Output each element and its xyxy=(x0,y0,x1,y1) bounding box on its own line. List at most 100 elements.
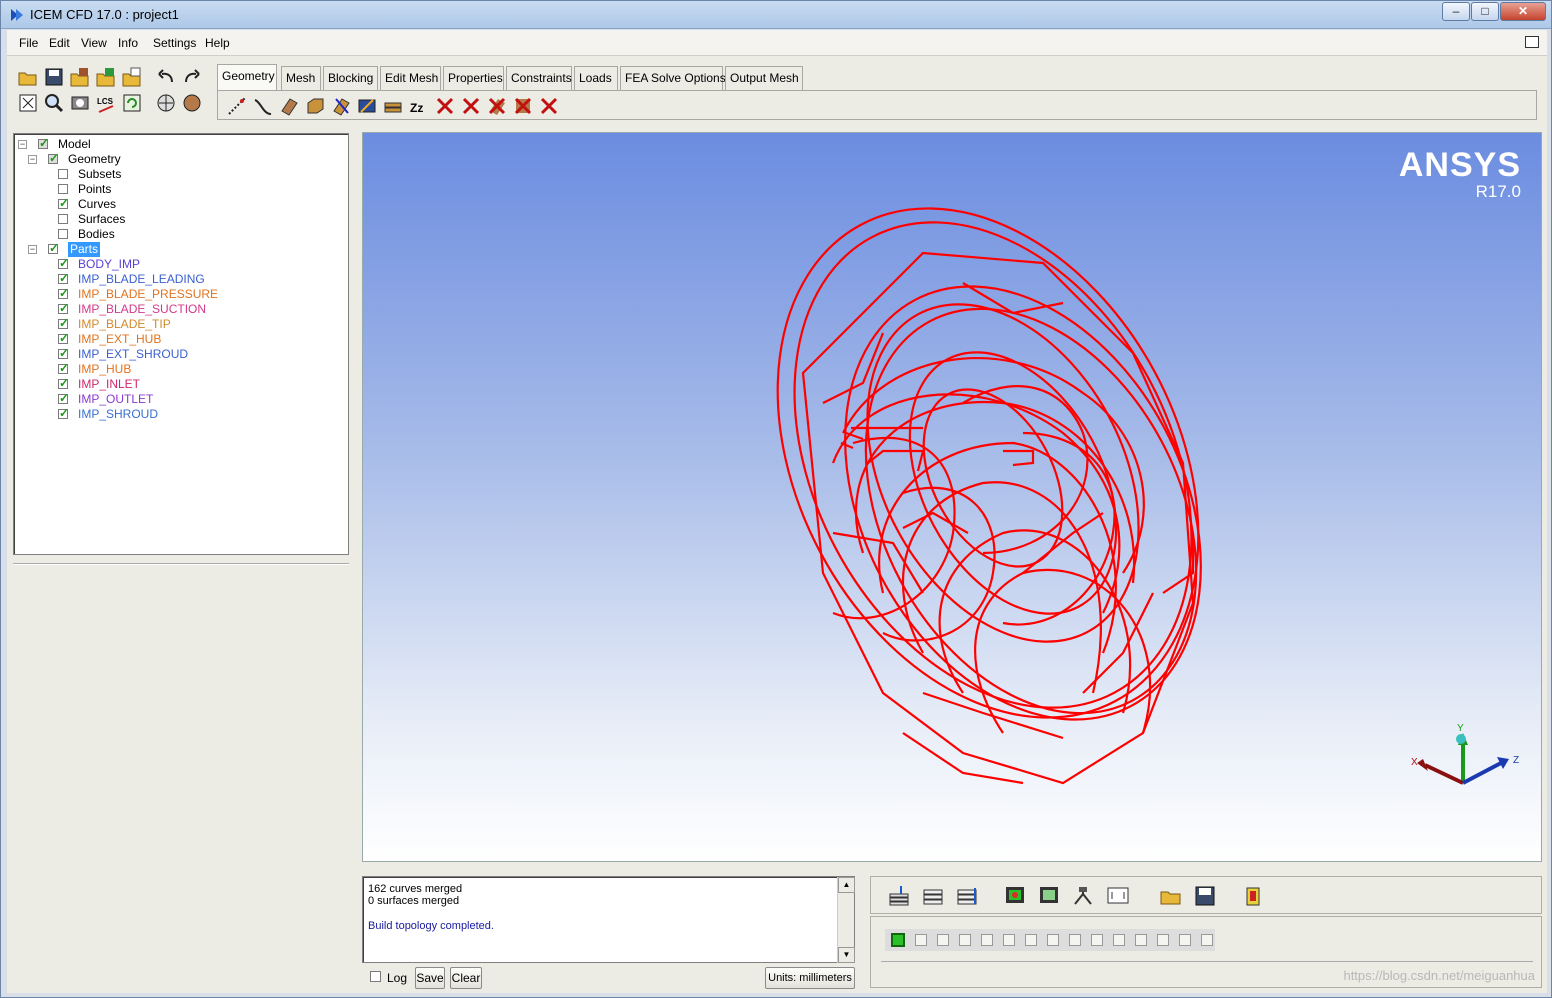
part-checkbox[interactable] xyxy=(58,316,69,331)
menu-edit[interactable]: Edit xyxy=(49,36,70,50)
points-checkbox[interactable] xyxy=(58,184,68,194)
layer-active-icon[interactable] xyxy=(891,933,905,947)
message-window[interactable]: 162 curves merged 0 surfaces merged Buil… xyxy=(362,876,855,963)
layer-slot-icon[interactable] xyxy=(1135,934,1147,946)
layer-slot-icon[interactable] xyxy=(1201,934,1213,946)
menu-settings[interactable]: Settings xyxy=(153,36,196,50)
midsurface-icon[interactable] xyxy=(382,95,404,117)
layer-slot-icon[interactable] xyxy=(937,934,949,946)
part-checkbox[interactable] xyxy=(58,256,69,271)
tab-geometry[interactable]: Geometry xyxy=(217,64,277,90)
create-body-icon[interactable] xyxy=(304,95,326,117)
save-button[interactable]: Save xyxy=(415,967,445,989)
fit-view-icon[interactable] xyxy=(1105,884,1131,908)
open-folder-icon[interactable] xyxy=(17,66,39,88)
part-checkbox[interactable] xyxy=(58,301,69,316)
stack-icon[interactable] xyxy=(921,884,945,908)
scroll-up-icon[interactable]: ▲ xyxy=(838,877,855,893)
bodies-checkbox[interactable] xyxy=(58,229,68,239)
part-checkbox[interactable] xyxy=(58,361,69,376)
tab-blocking[interactable]: Blocking xyxy=(323,66,378,90)
open-mesh-icon[interactable] xyxy=(95,66,117,88)
layers-icon[interactable] xyxy=(887,884,911,908)
tab-properties[interactable]: Properties xyxy=(443,66,504,90)
minimize-button[interactable]: – xyxy=(1442,2,1470,21)
save-file-icon[interactable] xyxy=(1193,884,1217,908)
solid-display-icon[interactable] xyxy=(155,92,177,114)
layer-slot-icon[interactable] xyxy=(915,934,927,946)
part-checkbox[interactable] xyxy=(58,391,69,406)
delete-surface-icon[interactable] xyxy=(486,95,508,117)
curves-checkbox[interactable] xyxy=(58,196,69,211)
delete-point-icon[interactable] xyxy=(434,95,456,117)
delete-curve-icon[interactable] xyxy=(460,95,482,117)
refresh-icon[interactable] xyxy=(121,92,143,114)
create-curve-icon[interactable] xyxy=(252,95,274,117)
create-point-icon[interactable] xyxy=(226,95,248,117)
collapse-icon[interactable]: − xyxy=(28,155,37,164)
open-geometry-icon[interactable] xyxy=(69,66,91,88)
parts-checkbox[interactable] xyxy=(48,241,59,256)
tab-mesh[interactable]: Mesh xyxy=(281,66,321,90)
stack-arrow-icon[interactable] xyxy=(955,884,979,908)
repair-geometry-icon[interactable] xyxy=(330,95,352,117)
menu-view[interactable]: View xyxy=(81,36,107,50)
model-checkbox[interactable] xyxy=(38,136,49,151)
create-surface-icon[interactable] xyxy=(278,95,300,117)
tab-fea-solve-options[interactable]: FEA Solve Options xyxy=(620,66,726,90)
layer-slot-icon[interactable] xyxy=(1157,934,1169,946)
layer-slot-icon[interactable] xyxy=(959,934,971,946)
subsets-checkbox[interactable] xyxy=(58,169,68,179)
zoom-box-icon[interactable] xyxy=(43,92,65,114)
lcs-icon[interactable]: LCS xyxy=(95,92,117,114)
clear-button[interactable]: Clear xyxy=(450,967,482,989)
collapse-icon[interactable]: − xyxy=(28,245,37,254)
part-checkbox[interactable] xyxy=(58,346,69,361)
layer-slot-icon[interactable] xyxy=(1025,934,1037,946)
menu-file[interactable]: File xyxy=(19,36,38,50)
clipboard-icon[interactable] xyxy=(1241,884,1265,908)
layer-slot-icon[interactable] xyxy=(1091,934,1103,946)
restore-icon[interactable] xyxy=(1525,36,1539,48)
undo-icon[interactable] xyxy=(155,66,177,88)
tab-edit-mesh[interactable]: Edit Mesh xyxy=(380,66,441,90)
save-icon[interactable] xyxy=(43,66,65,88)
open-blocking-icon[interactable] xyxy=(121,66,143,88)
tab-constraints[interactable]: Constraints xyxy=(506,66,572,90)
layer-slot-icon[interactable] xyxy=(981,934,993,946)
surfaces-checkbox[interactable] xyxy=(58,214,68,224)
screen-icon[interactable] xyxy=(1037,884,1061,908)
part-checkbox[interactable] xyxy=(58,376,69,391)
part-checkbox[interactable] xyxy=(58,331,69,346)
geometry-transform-icon[interactable] xyxy=(356,95,378,117)
redo-icon[interactable] xyxy=(181,66,203,88)
delete-any-entity-icon[interactable] xyxy=(538,95,560,117)
part-checkbox[interactable] xyxy=(58,271,69,286)
layer-slot-icon[interactable] xyxy=(1003,934,1015,946)
part-checkbox[interactable] xyxy=(58,286,69,301)
layer-slot-icon[interactable] xyxy=(1113,934,1125,946)
view-icon[interactable] xyxy=(69,92,91,114)
part-checkbox[interactable] xyxy=(58,406,69,421)
layer-slot-icon[interactable] xyxy=(1179,934,1191,946)
delete-body-icon[interactable] xyxy=(512,95,534,117)
fit-window-icon[interactable] xyxy=(17,92,39,114)
screen-color-icon[interactable] xyxy=(1003,884,1027,908)
message-scrollbar[interactable]: ▲ ▼ xyxy=(837,877,855,963)
close-button[interactable]: ✕ xyxy=(1500,2,1546,21)
menu-help[interactable]: Help xyxy=(205,36,230,50)
layer-slot-icon[interactable] xyxy=(1047,934,1059,946)
tab-output-mesh[interactable]: Output Mesh xyxy=(725,66,803,90)
collapse-icon[interactable]: − xyxy=(18,140,27,149)
title-bar[interactable]: ICEM CFD 17.0 : project1 – □ ✕ xyxy=(1,1,1551,29)
camera-icon[interactable] xyxy=(1071,884,1095,908)
scroll-down-icon[interactable]: ▼ xyxy=(838,947,855,963)
geometry-checkbox[interactable] xyxy=(48,151,59,166)
layer-slot-icon[interactable] xyxy=(1069,934,1081,946)
tab-loads[interactable]: Loads xyxy=(574,66,618,90)
maximize-button[interactable]: □ xyxy=(1471,2,1499,21)
log-checkbox[interactable] xyxy=(370,971,381,982)
sleep-icon[interactable]: Zz xyxy=(408,95,430,117)
open-file-icon[interactable] xyxy=(1159,884,1183,908)
shaded-display-icon[interactable] xyxy=(181,92,203,114)
